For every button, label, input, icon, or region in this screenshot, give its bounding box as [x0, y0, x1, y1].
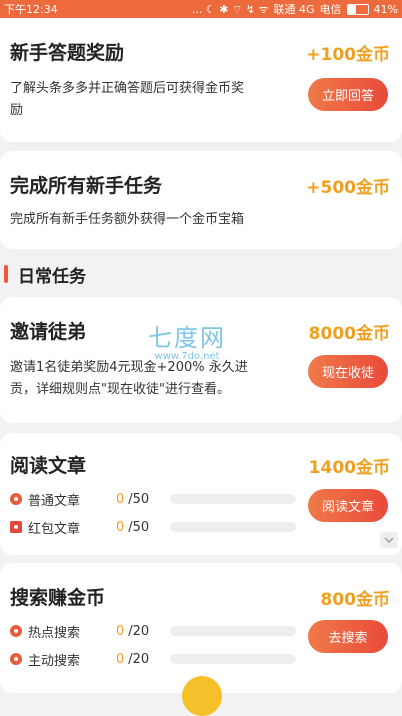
watermark-url: www.7do.net: [154, 351, 220, 362]
search-row-hot: 热点搜索 0 /20: [10, 621, 297, 641]
read-row-count: 0: [116, 491, 125, 507]
read-row-count: 0: [116, 519, 125, 535]
carrier-1: 联通 4G: [273, 3, 315, 16]
newbie-task-desc: 完成所有新手任务额外获得一个金币宝箱: [10, 212, 245, 227]
progress-track: [170, 626, 297, 636]
quiz-task-reward: +100金币: [306, 45, 390, 65]
red-packet-icon: [10, 521, 22, 533]
read-row-label: 普通文章: [28, 493, 81, 509]
status-right: ... ☾ ✱ ⌔ ↯ ᯤ 联通 4G 电信 41%: [192, 1, 398, 17]
quiz-task-card: 新手答题奖励 +100金币 了解头条多多并正确答题后可获得金币奖 励 立即回答: [0, 18, 402, 142]
invite-task-desc-line2: 贡，详细规则点"现在收徒"进行查看。: [10, 382, 230, 397]
progress-track: [170, 522, 297, 532]
invite-task-desc: 邀请1名徒弟奖励4元现金+200% 永久进 贡，详细规则点"现在收徒"进行查看。: [10, 357, 248, 401]
search-row-count: 0: [116, 651, 125, 667]
daily-tasks-header: 日常任务: [0, 260, 402, 288]
progress-track: [170, 654, 297, 664]
search-row-label: 主动搜索: [28, 653, 81, 669]
read-row-normal: 普通文章 0 /50: [10, 489, 297, 509]
search-row-active: 主动搜索 0 /20: [10, 649, 297, 669]
battery-level: 41%: [373, 2, 398, 16]
read-row-label: 红包文章: [28, 521, 81, 537]
search-row-label: 热点搜索: [28, 625, 81, 641]
watermark: 七度网 www.7do.net: [148, 318, 226, 362]
read-row-redpacket: 红包文章 0 /50: [10, 517, 297, 537]
status-time: 下午12:34: [4, 3, 58, 16]
status-bar: 下午12:34 ... ☾ ✱ ⌔ ↯ ᯤ 联通 4G 电信 41%: [0, 0, 402, 18]
watermark-title: 七度网: [148, 324, 226, 352]
search-task-title: 搜索赚金币: [10, 587, 106, 609]
recruit-now-button[interactable]: 现在收徒: [308, 355, 388, 388]
read-task-card: 阅读文章 1400金币 普通文章 0 /50 红包文章 0 /50 阅读文章: [0, 433, 402, 555]
search-task-card: 搜索赚金币 800金币 热点搜索 0 /20 主动搜索 0 /20 去搜索: [0, 563, 402, 693]
status-icons: ... ☾ ✱ ⌔ ↯ ᯤ: [191, 2, 269, 16]
quiz-task-desc: 了解头条多多并正确答题后可获得金币奖 励: [10, 78, 244, 122]
search-row-total: /20: [128, 623, 150, 639]
daily-tasks-label: 日常任务: [18, 266, 86, 287]
go-search-button[interactable]: 去搜索: [308, 620, 388, 653]
search-task-reward: 800金币: [320, 590, 391, 610]
carrier-2: 电信: [319, 3, 342, 16]
quiz-task-title: 新手答题奖励: [10, 42, 125, 64]
active-search-icon: [10, 653, 22, 665]
quiz-task-desc-line1: 了解头条多多并正确答题后可获得金币奖: [10, 81, 245, 96]
invite-task-title: 邀请徒弟: [10, 321, 87, 343]
hot-search-icon: [10, 625, 22, 637]
newbie-task-title: 完成所有新手任务: [10, 175, 163, 197]
section-accent-bar: [4, 265, 8, 283]
read-articles-button[interactable]: 阅读文章: [308, 489, 388, 522]
read-row-total: /50: [128, 519, 150, 535]
floating-action-button[interactable]: [182, 676, 222, 716]
read-task-title: 阅读文章: [10, 455, 87, 477]
progress-track: [170, 494, 297, 504]
quiz-task-desc-line2: 励: [10, 103, 24, 118]
chevron-down-icon[interactable]: [380, 532, 398, 548]
newbie-task-reward: +500金币: [306, 178, 390, 198]
search-row-total: /20: [128, 651, 150, 667]
search-row-count: 0: [116, 623, 125, 639]
invite-task-reward: 8000金币: [308, 324, 390, 344]
newbie-task-card: 完成所有新手任务 +500金币 完成所有新手任务额外获得一个金币宝箱: [0, 151, 402, 249]
battery-icon: [346, 3, 369, 15]
read-task-reward: 1400金币: [308, 458, 390, 478]
read-row-total: /50: [128, 491, 150, 507]
article-icon: [10, 493, 22, 505]
answer-now-button[interactable]: 立即回答: [308, 78, 388, 111]
